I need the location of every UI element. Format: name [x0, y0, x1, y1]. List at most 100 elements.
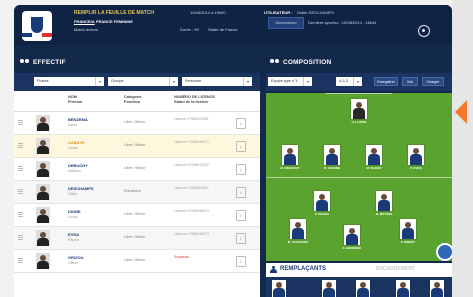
player-info-button[interactable]: i	[236, 118, 246, 129]
player-license: Suspendu	[174, 255, 190, 259]
play-arrow-icon	[455, 100, 467, 124]
screenshot-frame: REMPLIR LA FEUILLE DE MATCH FRANCE/A FRA…	[0, 0, 473, 297]
table-row[interactable]: DIGNE Lucas Libre / Sénior Licence n°236004…	[14, 204, 260, 227]
pitch-player-card[interactable]	[314, 191, 330, 211]
player-category: Entraîneur	[124, 189, 141, 193]
pitch-player-name: M. VALBUENA	[287, 240, 309, 244]
add-button[interactable]	[436, 243, 452, 261]
user-label: UTILISATEUR :	[264, 10, 293, 15]
player-license: Licence n°2260045072	[174, 140, 209, 144]
match-duration: Durée : 90'	[180, 27, 200, 32]
team-link[interactable]: FRANCE/A	[74, 19, 95, 24]
player-info-button[interactable]: i	[236, 164, 246, 175]
view-button[interactable]: Voir	[402, 77, 418, 86]
table-row[interactable]: GRIZOU Olivier Libre / Sénior Suspendu i	[14, 250, 260, 273]
table-row[interactable]: DESCHAMPS Didier Entraîneur Licence n°23600…	[14, 181, 260, 204]
player-license: Licence n°2360045073	[174, 232, 209, 236]
substitute-card[interactable]	[272, 280, 286, 297]
last-sync: Dernière synchro : 10/08/2014 - 18h44	[308, 20, 377, 25]
halfway-line	[266, 177, 452, 178]
player-first-name: Mathieu	[68, 169, 81, 173]
drag-handle-icon[interactable]	[18, 120, 23, 126]
logout-button[interactable]: Déconnexion	[268, 17, 304, 29]
drag-handle-icon[interactable]	[18, 212, 23, 218]
player-info-button[interactable]: i	[236, 256, 246, 267]
player-first-name: Patrice	[68, 238, 80, 242]
player-name: BENZEMA	[68, 117, 88, 122]
substitute-card[interactable]	[396, 280, 410, 297]
composition-panel: COMPOSITION Equipe type n°1 ▾ 4-3-3 ▾ Enre…	[266, 53, 452, 297]
player-name: DIGNE	[68, 209, 81, 214]
pitch-player-card[interactable]	[282, 145, 298, 165]
subs-tabs: REMPLAÇANTS ENCADREMENT	[266, 263, 452, 277]
filter-groupe[interactable]: Groupe ▾	[108, 77, 178, 86]
player-category: Libre / Sénior	[124, 166, 146, 170]
football-pitch[interactable]: H. LLORIS M. DEBUCHY R. VARANE M. SAKHO P. E…	[266, 93, 452, 261]
tab-remplacants[interactable]: REMPLAÇANTS	[280, 266, 326, 272]
filter-postes[interactable]: Postes ▾	[34, 77, 104, 86]
composition-title: COMPOSITION	[283, 59, 332, 66]
avatar	[36, 161, 50, 177]
substitute-card[interactable]	[322, 280, 336, 297]
load-button[interactable]: Charger	[422, 77, 444, 86]
pitch-player-card[interactable]	[408, 145, 424, 165]
pitch-player-card[interactable]	[351, 99, 367, 119]
avatar	[36, 207, 50, 223]
drag-handle-icon[interactable]	[18, 258, 23, 264]
player-info-button[interactable]: i	[236, 141, 246, 152]
chevron-down-icon: ▾	[303, 77, 312, 86]
table-row[interactable]: BENZEMA Karim Libre / Sénior Licence n°2360…	[14, 112, 260, 135]
effectif-header: EFFECTIF	[14, 53, 260, 73]
pitch-player-card[interactable]	[290, 219, 306, 239]
filter-personne[interactable]: Personne ▾	[182, 77, 252, 86]
player-category: Libre / Sénior	[124, 120, 146, 124]
avatar	[36, 253, 50, 269]
gear-icon[interactable]	[418, 25, 430, 37]
drag-handle-icon[interactable]	[18, 189, 23, 195]
team-select[interactable]: Equipe type n°1 ▾	[268, 77, 312, 86]
person-icon	[270, 266, 277, 273]
match-stadium: Stade de France	[208, 27, 238, 32]
table-row[interactable]: DEBUCHY Mathieu Libre / Sénior Licence n°23…	[14, 158, 260, 181]
col-license: NUMÉRO DE LICENCE Statut de la licence	[174, 95, 215, 104]
drag-handle-icon[interactable]	[18, 166, 23, 172]
player-info-button[interactable]: i	[236, 233, 246, 244]
pitch-player-card[interactable]	[344, 225, 360, 245]
team-icon	[270, 59, 280, 66]
substitute-card[interactable]	[430, 280, 444, 297]
chevron-down-icon: ▾	[243, 77, 252, 86]
avatar	[36, 184, 50, 200]
pitch-player-name: M. SAKHO	[366, 166, 382, 170]
table-row[interactable]: CABAYE Yohan Libre / Sénior Licence n°22600…	[14, 135, 260, 158]
avatar	[36, 115, 50, 131]
effectif-panel: EFFECTIF Postes ▾ Groupe ▾ Personne ▾ NOM P…	[14, 53, 260, 297]
app-header: REMPLIR LA FEUILLE DE MATCH FRANCE/A FRA…	[14, 5, 452, 45]
pitch-player-card[interactable]	[366, 145, 382, 165]
player-first-name: Lucas	[68, 215, 78, 219]
player-first-name: Yohan	[68, 146, 79, 150]
team-icon	[20, 59, 30, 66]
table-row[interactable]: EVRA Patrice Libre / Sénior Licence n°23600…	[14, 227, 260, 250]
player-info-button[interactable]: i	[236, 210, 246, 221]
pitch-player-card[interactable]	[324, 145, 340, 165]
player-info-button[interactable]: i	[236, 187, 246, 198]
drag-handle-icon[interactable]	[18, 143, 23, 149]
substitute-card[interactable]	[356, 280, 370, 297]
player-license: Licence n°2360024561	[174, 117, 209, 121]
col-category: Catégorie Fonction	[124, 95, 142, 104]
pitch-player-card[interactable]	[376, 191, 392, 211]
player-license: Licence n°2345672012	[174, 163, 209, 167]
tab-encadrement[interactable]: ENCADREMENT	[376, 266, 415, 272]
player-name: DESCHAMPS	[68, 186, 94, 191]
background-strip	[452, 0, 473, 297]
formation-select[interactable]: 4-3-3 ▾	[336, 77, 362, 86]
pitch-player-name: B. MATUIDI	[375, 212, 393, 216]
pitch-player-card[interactable]	[400, 219, 416, 239]
composition-toolbar: Equipe type n°1 ▾ 4-3-3 ▾ Enregistrer Voir…	[266, 73, 452, 91]
player-first-name: Olivier	[68, 261, 79, 265]
drag-handle-icon[interactable]	[18, 235, 23, 241]
save-button[interactable]: Enregistrer	[374, 77, 398, 86]
pitch-player-name: H. LLORIS	[351, 120, 367, 124]
avatar	[36, 138, 50, 154]
substitutes-list	[266, 277, 452, 297]
